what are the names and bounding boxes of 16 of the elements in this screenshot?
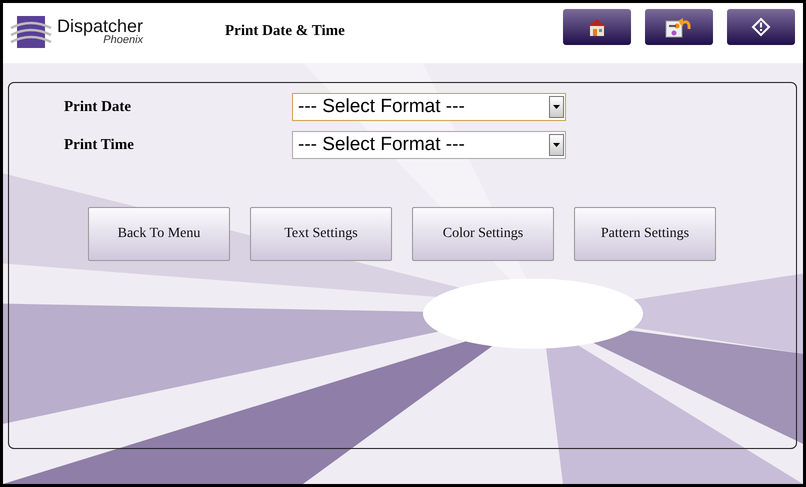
page-title: Print Date & Time [225, 23, 346, 40]
logo-name: Dispatcher [57, 17, 144, 35]
logo-subtitle: Phoenix [103, 35, 144, 46]
logo-icon [9, 16, 53, 48]
home-button[interactable] [563, 8, 631, 44]
format-dropdown[interactable]: --- Select Format --- [292, 93, 566, 121]
menu-button[interactable]: Pattern Settings [574, 207, 716, 261]
field-label: Print Time [64, 136, 135, 154]
field-label: Print Date [64, 98, 132, 116]
info-button[interactable] [727, 8, 795, 44]
menu-button[interactable]: Color Settings [412, 207, 554, 261]
menu-button[interactable]: Back To Menu [88, 207, 230, 261]
format-dropdown[interactable]: --- Select Format --- [292, 131, 566, 159]
menu-button[interactable]: Text Settings [250, 207, 392, 261]
diamond-icon [751, 16, 771, 36]
undo-button[interactable] [645, 8, 713, 44]
